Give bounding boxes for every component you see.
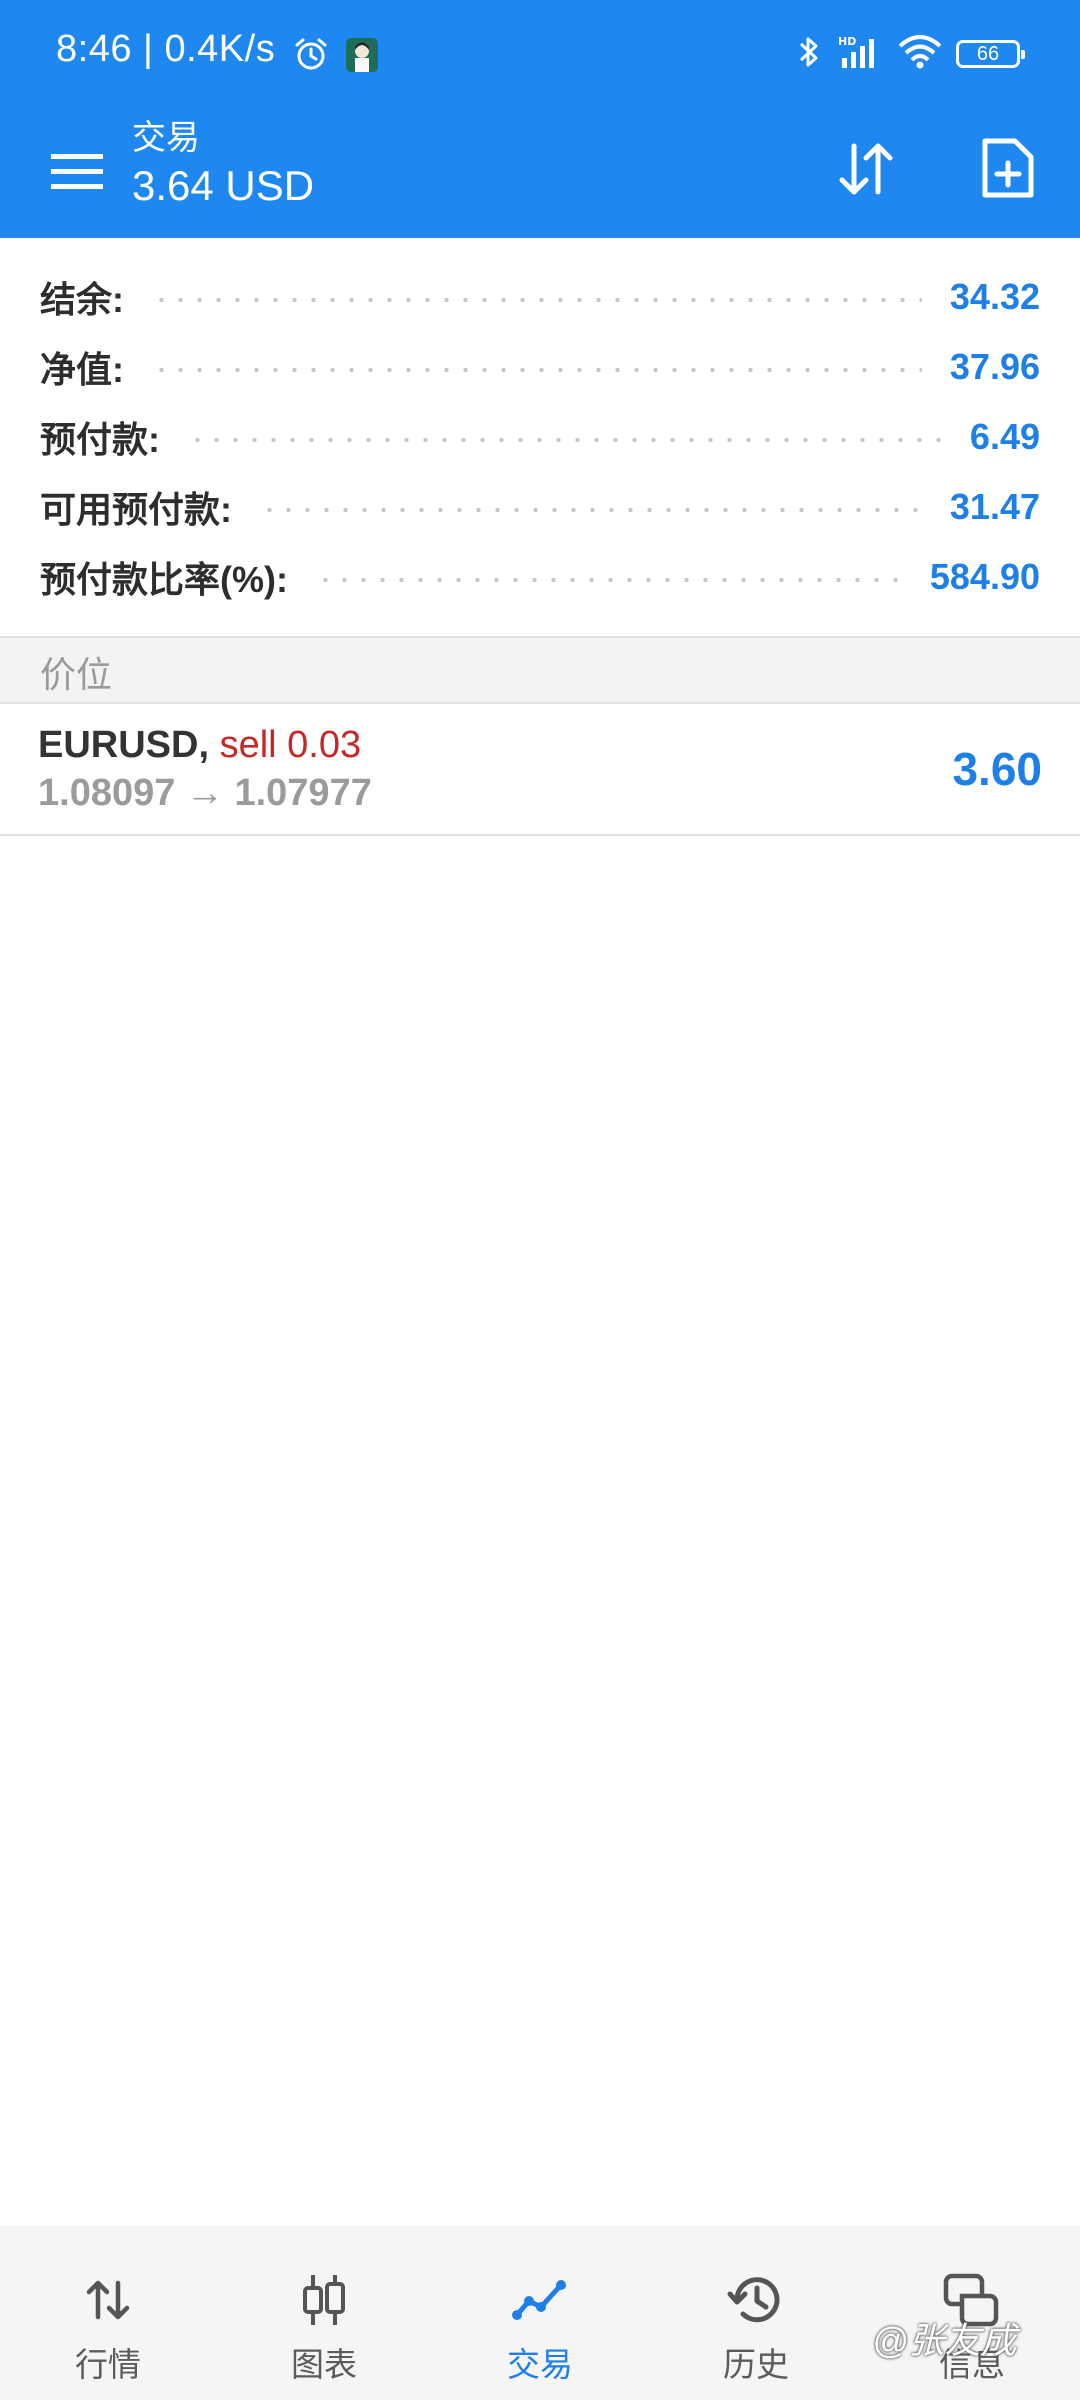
watermark: @张友成 [872, 2320, 1017, 2361]
bluetooth-icon [794, 34, 824, 75]
sort-icon [839, 143, 893, 195]
quotes-icon [78, 2270, 138, 2330]
app-avatar-icon [346, 38, 378, 72]
hamburger-icon [51, 154, 103, 189]
summary-row-margin-level: 预付款比率(%): 584.90 [0, 542, 1080, 612]
summary-value: 584.90 [929, 556, 1040, 597]
summary-label: 预付款: [40, 419, 160, 460]
wifi-icon [898, 34, 942, 75]
hd-signal-icon: HD [838, 34, 884, 75]
nav-item-history[interactable]: 历史 [648, 2226, 864, 2400]
clock-text: 8:46 [56, 28, 132, 70]
position-prices: 1.08097 → 1.07977 [38, 772, 372, 814]
summary-value: 31.47 [949, 486, 1040, 527]
nav-label: 行情 [75, 2346, 141, 2383]
nav-item-trade[interactable]: 交易 [432, 2226, 648, 2400]
position-symbol: EURUSD, [38, 724, 210, 766]
new-order-icon [982, 138, 1034, 198]
dotted-leader [152, 298, 922, 302]
summary-label: 结余: [40, 279, 124, 320]
nav-label: 交易 [507, 2346, 573, 2383]
position-header: EURUSD, sell 0.03 [38, 724, 361, 767]
nav-label: 图表 [291, 2346, 357, 2383]
position-row[interactable]: EURUSD, sell 0.03 1.08097 → 1.07977 3.60 [0, 704, 1080, 836]
nav-item-quotes[interactable]: 行情 [0, 2226, 216, 2400]
summary-value: 6.49 [969, 416, 1040, 457]
battery-indicator: 66 [956, 40, 1025, 68]
new-order-button[interactable] [968, 128, 1048, 208]
summary-row-balance: 结余: 34.32 [0, 262, 1080, 332]
dotted-leader [260, 508, 922, 512]
nav-item-chart[interactable]: 图表 [216, 2226, 432, 2400]
header: 8:46 | 0.4K/s HD 66 交易 3.64 USD [0, 0, 1080, 238]
summary-row-equity: 净值: 37.96 [0, 332, 1080, 402]
summary-label: 可用预付款: [40, 489, 232, 530]
nav-label: 历史 [723, 2346, 789, 2383]
position-type: sell 0.03 [219, 724, 362, 766]
account-summary: 结余: 34.32 净值: 37.96 预付款: 6.49 可用预付款: 31.… [0, 262, 1080, 612]
trade-icon [510, 2270, 570, 2330]
positions-section-header: 价位 [0, 636, 1080, 704]
status-bar: 8:46 | 0.4K/s HD 66 [0, 0, 1080, 110]
summary-row-free-margin: 可用预付款: 31.47 [0, 472, 1080, 542]
summary-value: 37.96 [949, 346, 1040, 387]
svg-text:HD: HD [838, 35, 856, 48]
page-subtitle: 交易 [132, 119, 200, 157]
sort-button[interactable] [826, 128, 906, 208]
menu-button[interactable] [42, 136, 112, 206]
section-label: 价位 [40, 654, 113, 695]
app-bar: 交易 3.64 USD [0, 110, 1080, 238]
network-speed: | 0.4K/s [143, 28, 276, 70]
page-title: 3.64 USD [132, 162, 315, 209]
alarm-icon [293, 36, 329, 72]
history-icon [726, 2270, 786, 2330]
dotted-leader [152, 368, 922, 372]
summary-label: 净值: [40, 349, 124, 390]
summary-value: 34.32 [949, 276, 1040, 317]
chart-icon [294, 2270, 354, 2330]
summary-row-margin: 预付款: 6.49 [0, 402, 1080, 472]
status-time: 8:46 | 0.4K/s [56, 28, 275, 71]
position-profit: 3.60 [952, 743, 1042, 795]
dotted-leader [188, 438, 942, 442]
dotted-leader [315, 578, 902, 582]
summary-label: 预付款比率(%): [40, 559, 288, 600]
